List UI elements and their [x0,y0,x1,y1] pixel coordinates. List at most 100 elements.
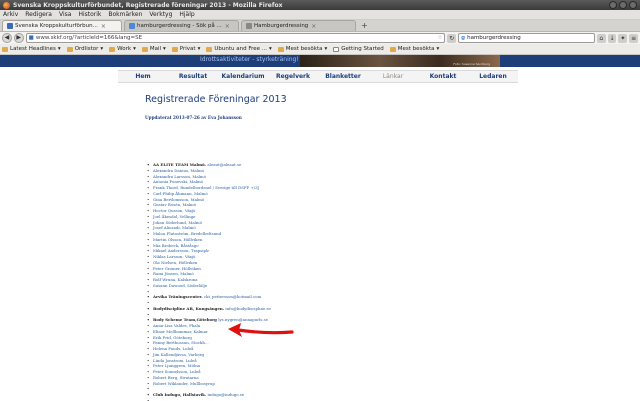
url-bar[interactable]: ■ www.skkf.org/?articleId=166&lang=SE ☆ [25,33,446,43]
folder-icon [389,46,396,52]
bookmarks-toolbar: Latest Headlines ▾ Ordlistor ▾ Work ▾ Mail ▾… [0,44,640,55]
page-favicon-icon [246,23,252,29]
association-name: Body Scheme Team,Göteborg [153,317,217,323]
site-navigation: Hem Resultat Kalendarium Regelverk Blank… [118,70,518,83]
association-name: Arvika Träningscenter. [153,294,203,300]
menu-verktyg[interactable]: Verktyg [149,11,172,18]
menu-visa[interactable]: Visa [59,11,71,18]
folder-icon [206,46,213,52]
site-favicon-icon [7,23,13,29]
photo-caption: Foto: Susanne Sandberg [453,62,490,66]
bookmark-star-icon[interactable]: ☆ [437,35,442,41]
association-email-link[interactable]: aleaut@aleaut.se [207,162,241,167]
minimize-icon[interactable] [609,1,617,9]
bookmark-label: Ordlistor [74,46,99,52]
page-icon [333,46,340,52]
tab-skkf[interactable]: Svenska Kroppskulturförbun... × [2,20,122,31]
tab-close-icon[interactable]: × [311,23,316,30]
menu-redigera[interactable]: Redigera [25,11,52,18]
window-title: Svenska Kroppskulturförbundet, Registrer… [13,1,283,9]
bookmark-label: Ubuntu and Free ... [214,46,267,52]
google-favicon-icon [129,23,135,29]
url-text: www.skkf.org/?articleId=166&lang=SE [35,35,143,41]
tab-close-icon[interactable]: × [101,23,106,30]
tab-close-icon[interactable]: × [225,23,230,30]
site-banner: Idrottsaktiviteter - styrketräning! Foto… [0,55,640,67]
banner-photo: Foto: Susanne Sandberg [300,55,500,67]
folder-icon [109,46,116,52]
bookmark-privat[interactable]: Privat ▾ [171,46,200,52]
page-content: Idrottsaktiviteter - styrketräning! Foto… [0,55,640,401]
bookmark-mest-besokta-2[interactable]: Mest besökta ▾ [389,46,439,52]
home-icon[interactable]: ⌂ [596,33,606,43]
bookmark-getting-started[interactable]: Getting Started [333,46,384,52]
tab-bar: Svenska Kroppskulturförbun... × hamburge… [0,20,640,32]
bookmark-latest-headlines[interactable]: Latest Headlines ▾ [2,46,61,52]
nav-lankar[interactable]: Länkar [368,73,418,80]
back-icon[interactable]: ◀ [2,33,12,43]
menu-hjalp[interactable]: Hjälp [179,11,194,18]
menu-bar: Arkiv Redigera Visa Historik Bokmärken V… [0,10,640,20]
tab-hamburgerdressing[interactable]: Hamburgerdressing × [241,20,356,31]
bookmark-work[interactable]: Work ▾ [109,46,136,52]
association-name: AA ELITE TEAM Malmö. [153,162,206,167]
bookmark-label: Mest besökta [285,46,323,52]
bookmark-ordlistor[interactable]: Ordlistor ▾ [66,46,103,52]
site-identity-icon[interactable]: ■ [29,35,34,41]
bookmark-label: Mail [149,46,162,52]
association-email-link[interactable]: ckt_pettersson@hotmail.com [204,294,261,299]
nav-kalendarium[interactable]: Kalendarium [218,73,268,80]
association-email-link[interactable]: indugo@indugo.se [208,392,245,397]
association-email-link[interactable]: info@bodydiscipline.se [225,306,270,311]
bookmark-mail[interactable]: Mail ▾ [141,46,166,52]
nav-resultat[interactable]: Resultat [168,73,218,80]
folder-icon [171,46,178,52]
nav-hem[interactable]: Hem [118,73,168,80]
maximize-icon[interactable] [619,1,627,9]
folder-icon [277,46,284,52]
window-controls [609,1,637,9]
bookmark-label: Getting Started [341,46,384,52]
bookmark-mest-besokta-1[interactable]: Mest besökta ▾ [277,46,327,52]
forward-icon[interactable]: ▶ [13,33,24,43]
nav-kontakt[interactable]: Kontakt [418,73,468,80]
folder-icon [66,46,73,52]
nav-regelverk[interactable]: Regelverk [268,73,318,80]
search-bar[interactable]: g hamburgerdressing [458,33,595,43]
banner-tagline: Idrottsaktiviteter - styrketräning! [200,56,299,63]
tab-label: Svenska Kroppskulturförbun... [15,23,98,29]
bookmark-label: Privat [179,46,196,52]
close-icon[interactable] [629,1,637,9]
window-titlebar: Svenska Kroppskulturförbundet, Registrer… [0,0,640,10]
association-name: Bodydiscipline AB, Kungsängen. [153,305,225,311]
red-arrow-annotation [228,323,294,337]
reload-icon[interactable]: ↻ [447,33,457,43]
navigation-toolbar: ◀ ▶ ■ www.skkf.org/?articleId=166&lang=S… [0,32,640,44]
menu-arkiv[interactable]: Arkiv [3,11,18,18]
menu-historik[interactable]: Historik [78,11,101,18]
search-text: hamburgerdressing [467,35,521,41]
menu-bokmarken[interactable]: Bokmärken [108,11,142,18]
tab-label: hamburgerdressing - Sök på ... [137,23,222,29]
associations-list: AA ELITE TEAM Malmö. aleaut@aleaut.seAle… [147,162,271,401]
association-name: Club Indugo, Hallstavik. [153,392,207,397]
rss-icon [2,46,8,52]
menu-icon[interactable]: ≡ [629,33,638,43]
updated-note: Uppdaterat 2013-07-26 av Eva Johansson [145,115,242,120]
nav-ledaren[interactable]: Ledaren [468,73,518,80]
bookmark-label: Work [117,46,132,52]
bookmark-ubuntu[interactable]: Ubuntu and Free ... ▾ [206,46,272,52]
page-title: Registrerade Föreningar 2013 [145,94,287,105]
bookmark-label: Mest besökta [397,46,435,52]
google-search-icon: g [461,35,466,41]
tab-search[interactable]: hamburgerdressing - Sök på ... × [124,20,239,31]
addon-icon[interactable]: ✦ [618,33,628,43]
download-icon[interactable]: ↓ [607,33,617,43]
new-tab-icon[interactable]: + [358,21,371,31]
banner-right [500,55,640,67]
folder-icon [141,46,148,52]
nav-blanketter[interactable]: Blanketter [318,73,368,80]
firefox-icon [3,1,10,9]
tab-label: Hamburgerdressing [254,23,309,29]
bookmark-label: Latest Headlines [10,46,56,52]
